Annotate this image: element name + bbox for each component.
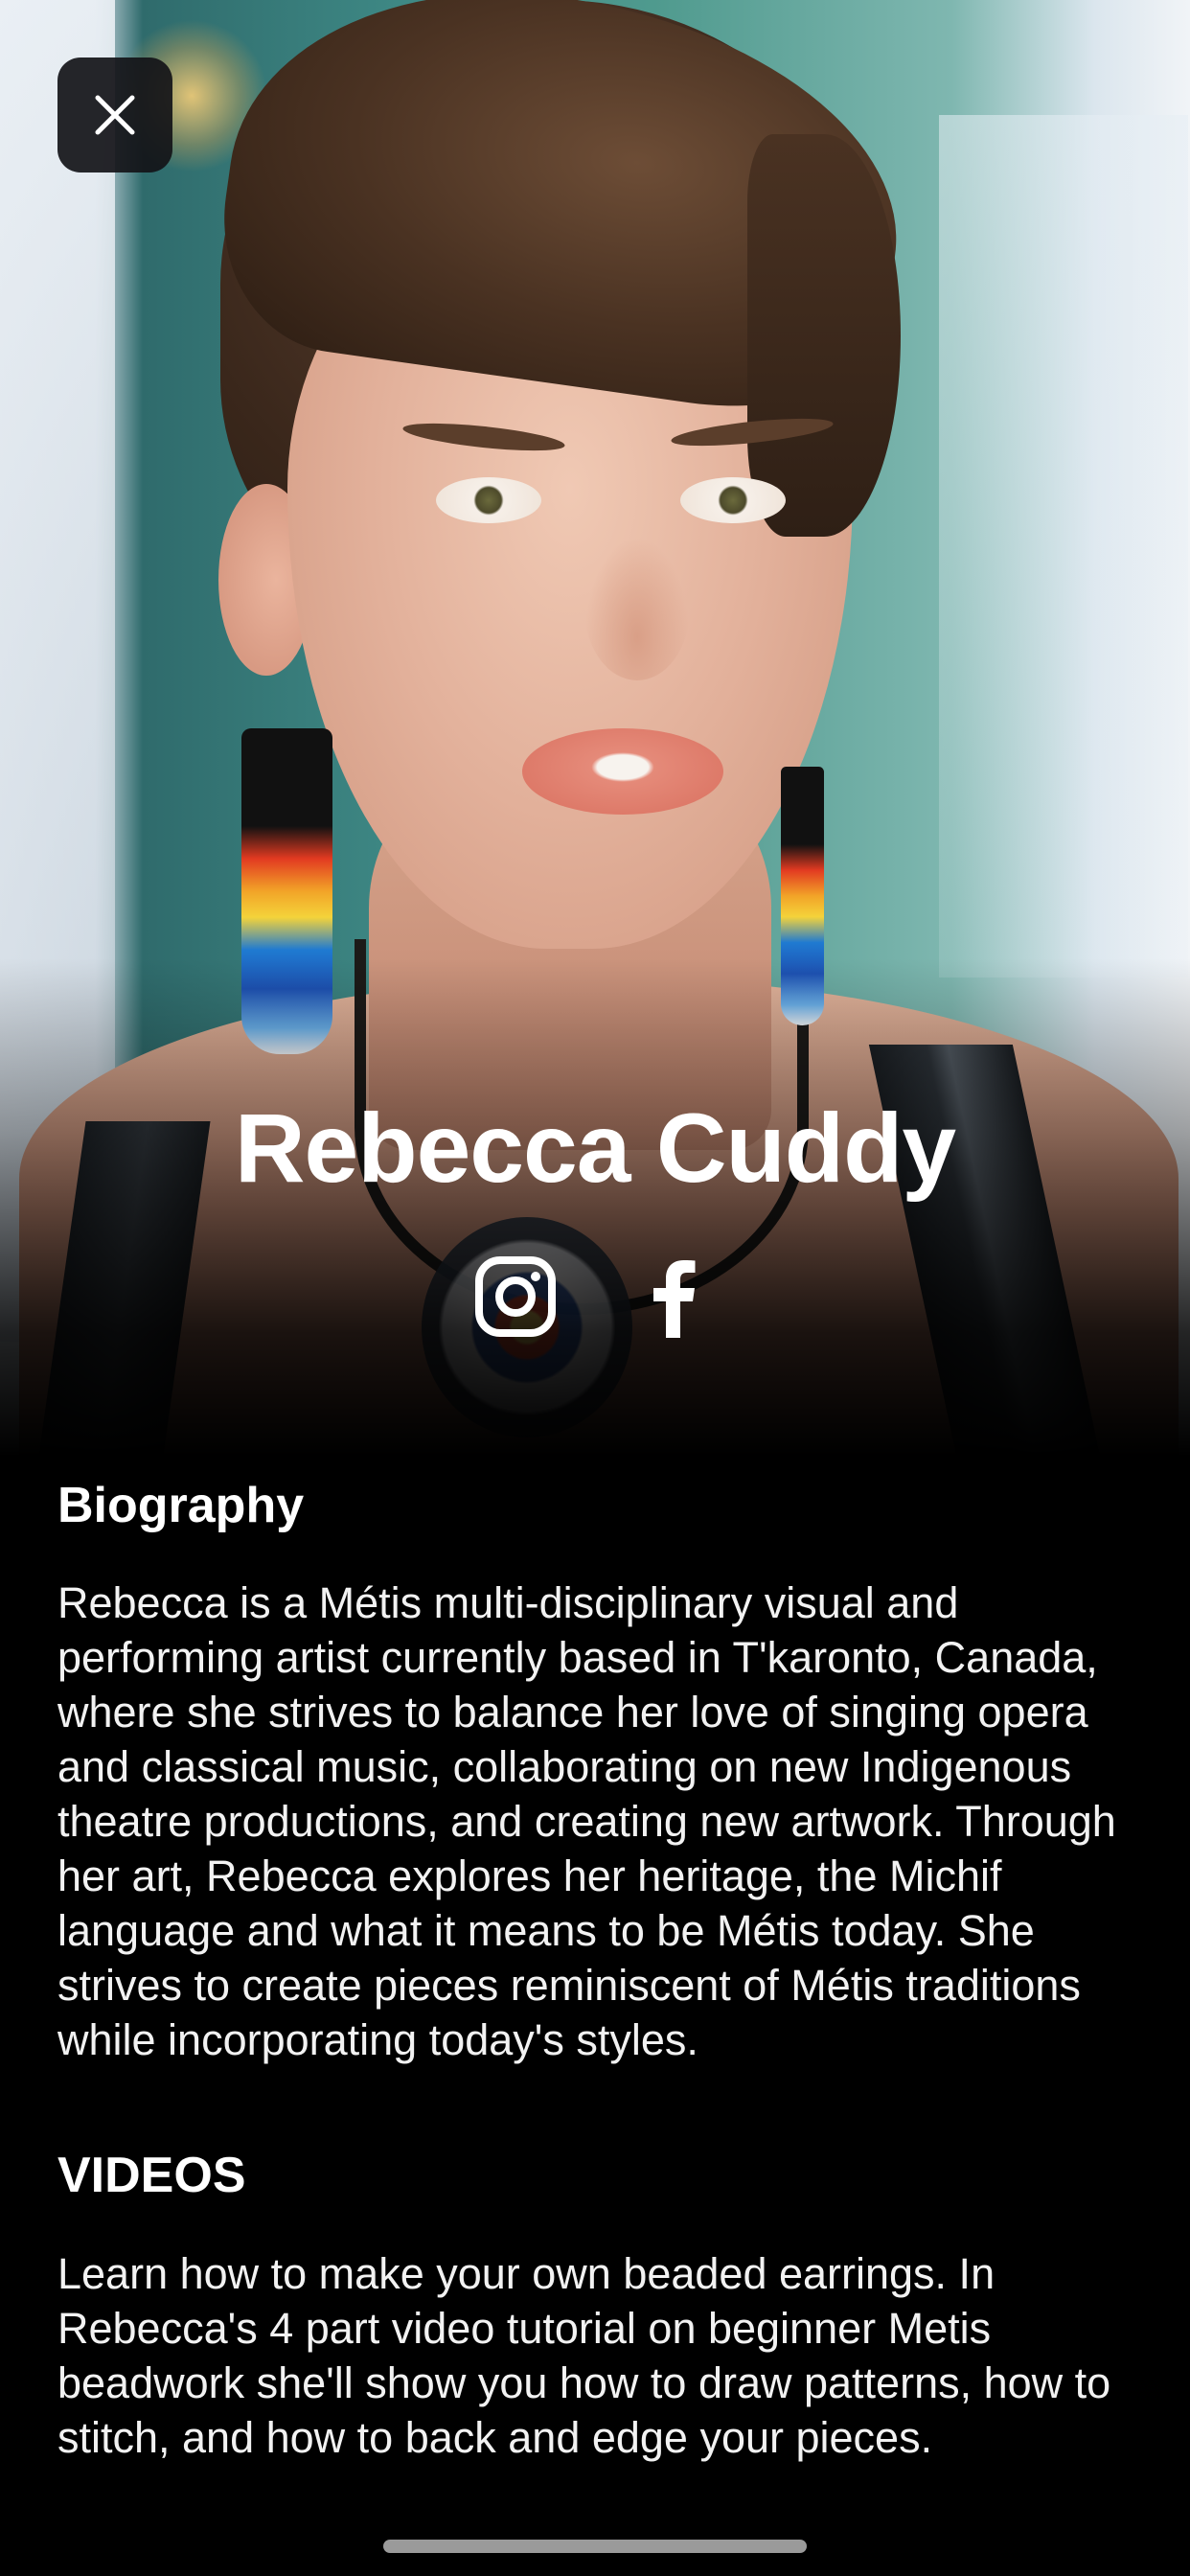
artist-name: Rebecca Cuddy	[234, 1093, 956, 1203]
facebook-link[interactable]	[633, 1255, 716, 1338]
portrait-hair-side	[747, 134, 901, 537]
biography-heading: Biography	[57, 1478, 305, 1533]
artist-photo	[0, 0, 1190, 1457]
close-button[interactable]	[57, 58, 172, 172]
close-icon	[95, 95, 135, 135]
videos-text: Learn how to make your own beaded earrin…	[57, 2248, 1111, 2462]
artist-details: Biography Rebecca is a Métis multi-disci…	[57, 1476, 1133, 2465]
instagram-icon	[475, 1256, 556, 1337]
home-indicator[interactable]	[383, 2540, 807, 2553]
videos-heading: VIDEOS	[57, 2148, 246, 2204]
portrait-lips	[522, 728, 723, 815]
portrait-eye-left	[436, 477, 541, 523]
background-window-frame	[939, 115, 1188, 978]
portrait-eye-right	[680, 477, 786, 523]
hero-gradient-overlay	[0, 958, 1190, 1457]
instagram-link[interactable]	[474, 1255, 557, 1338]
social-links	[0, 1255, 1190, 1338]
biography-text: Rebecca is a Métis multi-disciplinary vi…	[57, 1578, 1116, 2065]
facebook-icon	[653, 1260, 696, 1338]
portrait-nose	[584, 537, 690, 680]
